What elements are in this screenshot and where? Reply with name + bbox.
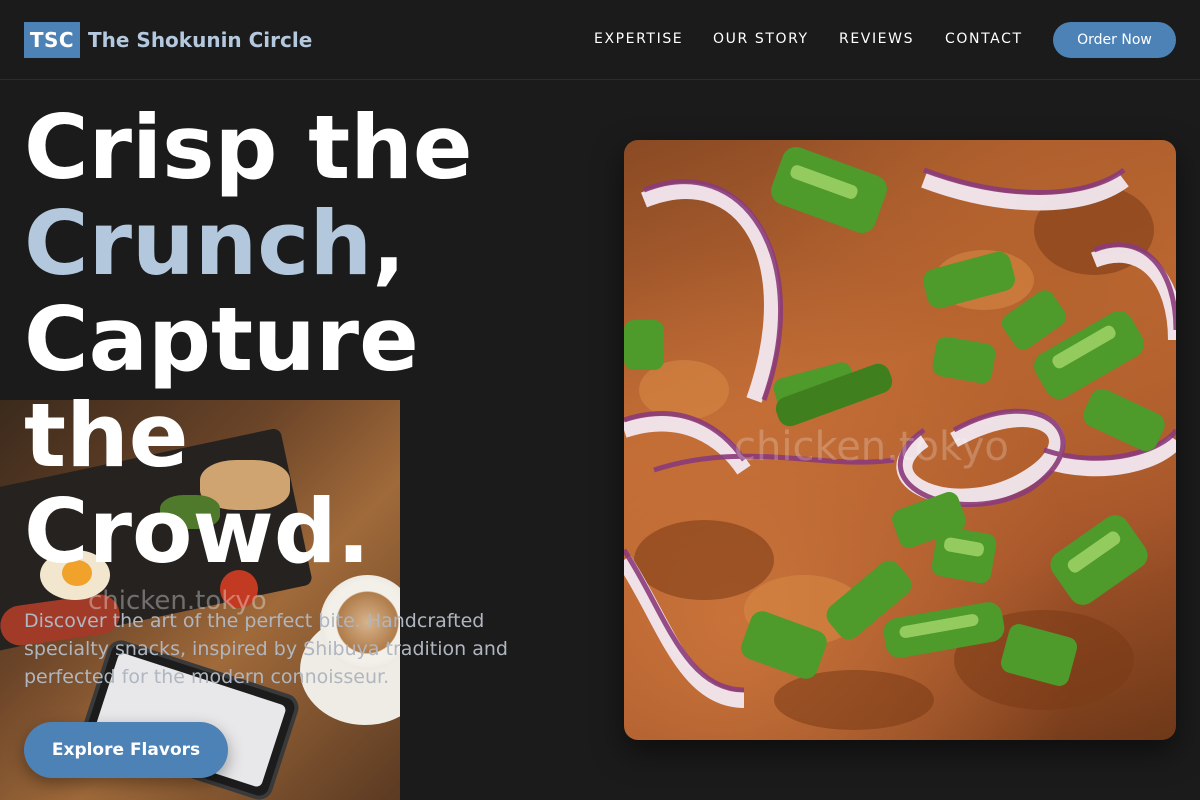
- nav-link-our-story[interactable]: OUR STORY: [713, 31, 809, 47]
- brand-name: The Shokunin Circle: [88, 28, 313, 52]
- brand-logo: TSC: [24, 22, 80, 58]
- hero-title-line4: the: [24, 384, 189, 487]
- explore-flavors-button[interactable]: Explore Flavors: [24, 722, 228, 778]
- hero-title: Crisp the Crunch, Capture the Crowd.: [24, 100, 584, 580]
- hero-title-line3: Capture: [24, 288, 419, 391]
- nav-link-contact[interactable]: CONTACT: [945, 31, 1023, 47]
- hero-title-line1: Crisp the: [24, 96, 473, 199]
- landing-page: TSC The Shokunin Circle EXPERTISE OUR ST…: [0, 0, 1200, 800]
- site-header: TSC The Shokunin Circle EXPERTISE OUR ST…: [0, 0, 1200, 80]
- nav-link-expertise[interactable]: EXPERTISE: [594, 31, 683, 47]
- hero-title-line5: Crowd.: [24, 480, 371, 583]
- hero-food-image: chicken.tokyo: [624, 140, 1176, 740]
- order-now-button[interactable]: Order Now: [1053, 22, 1176, 58]
- brand[interactable]: TSC The Shokunin Circle: [24, 22, 312, 58]
- hero-title-accent: Crunch: [24, 192, 373, 295]
- hero-description: Discover the art of the perfect bite. Ha…: [24, 610, 508, 688]
- food-image-watermark: chicken.tokyo: [734, 424, 1009, 470]
- nav-link-reviews[interactable]: REVIEWS: [839, 31, 914, 47]
- hero-title-comma: ,: [372, 192, 406, 295]
